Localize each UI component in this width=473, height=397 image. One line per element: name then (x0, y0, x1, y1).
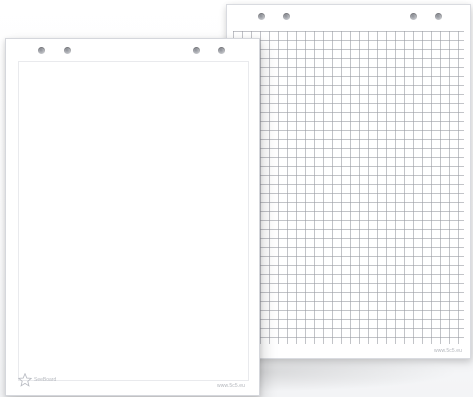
punch-hole-icon (64, 47, 71, 54)
punch-hole-icon (193, 47, 200, 54)
punch-hole-icon (38, 47, 45, 54)
back-sheet-footer-text: www.5c5.eu (434, 348, 462, 354)
star-logo-icon (18, 373, 32, 387)
punch-hole-icon (283, 13, 290, 20)
brand-logo: SeeBoard (18, 373, 56, 387)
grid-flipchart-sheet: www.5c5.eu (226, 4, 471, 359)
punch-hole-icon (218, 47, 225, 54)
grid-pattern (233, 31, 464, 344)
logo-text: SeeBoard (34, 377, 57, 383)
punch-hole-icon (435, 13, 442, 20)
plain-flipchart-sheet: SeeBoard www.5c5.eu (5, 38, 260, 396)
product-scene: www.5c5.eu SeeBoard www.5c5.eu (0, 0, 473, 397)
punch-hole-icon (410, 13, 417, 20)
punch-hole-icon (258, 13, 265, 20)
plain-writing-area (18, 61, 249, 381)
front-sheet-footer-text: www.5c5.eu (217, 383, 245, 389)
